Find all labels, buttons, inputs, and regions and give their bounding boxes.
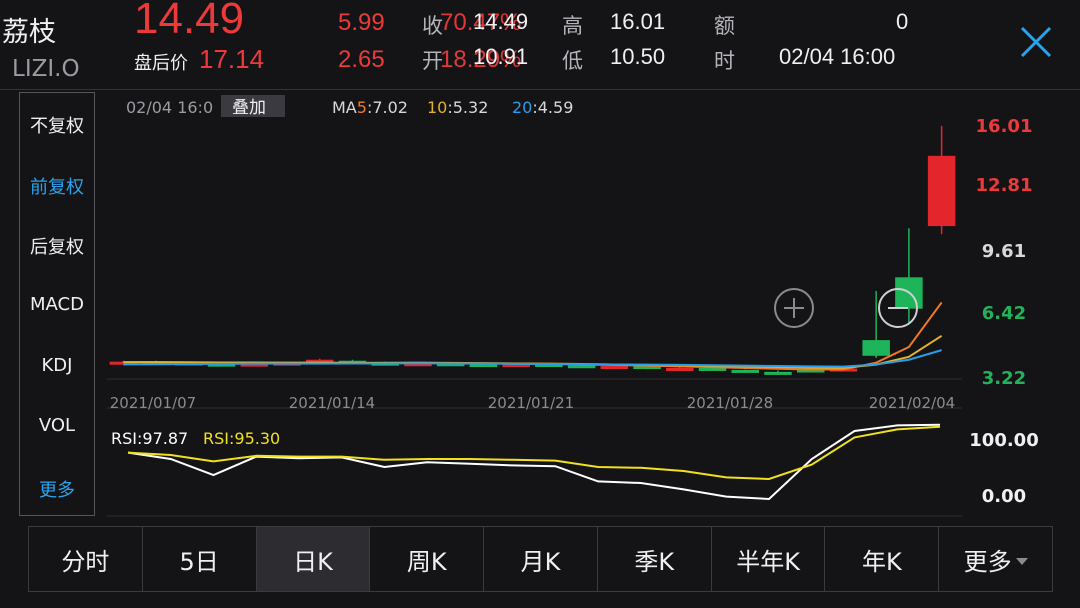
time-label: 时 [714, 49, 735, 73]
menu-item-no-adjust[interactable]: 不复权 [20, 112, 94, 138]
zoom-in-button[interactable] [774, 288, 814, 328]
price-tick-label: 16.01 [976, 116, 1033, 137]
tab-daily-k[interactable]: 日K [256, 527, 371, 591]
low-label: 低 [562, 49, 583, 73]
rsi-legend-item: RSI:97.87 [111, 429, 188, 448]
candle-body [764, 371, 792, 375]
price-tick-label: 9.61 [982, 241, 1026, 262]
date-tick-label: 2021/01/07 [110, 394, 196, 412]
menu-item-macd[interactable]: MACD [20, 294, 94, 315]
date-tick-label: 2021/02/04 [869, 394, 955, 412]
last-price: 14.49 [134, 0, 245, 43]
menu-item-forward-adjust[interactable]: 前复权 [20, 173, 94, 199]
low-value: 10.50 [610, 44, 666, 69]
ma-legend-item: 20:4.59 [512, 98, 573, 117]
tab-yearly-k[interactable]: 年K [825, 527, 940, 591]
indicator-menu: 不复权 前复权 后复权 MACD KDJ VOL 更多 [19, 92, 95, 516]
ma-line [123, 349, 942, 368]
candle-body [666, 367, 694, 371]
stock-code: LIZI.O [12, 56, 80, 82]
candle-body [862, 340, 890, 356]
kline-chart-area[interactable]: 02/04 16:0 叠加 MA5:7.02 10:5.32 20:4.59 16.… [0, 90, 1080, 520]
amount-label: 额 [714, 14, 735, 38]
after-hours-price: 17.14 [199, 44, 265, 74]
menu-item-vol[interactable]: VOL [20, 415, 94, 436]
high-label: 高 [562, 14, 583, 38]
period-tabs: 分时 5日 日K 周K 月K 季K 半年K 年K 更多 [28, 526, 1053, 592]
tab-intraday[interactable]: 分时 [29, 527, 143, 591]
after-hours-label: 盘后价 [134, 53, 188, 74]
time-value: 02/04 16:00 [779, 44, 896, 69]
price-tick-label: 3.22 [982, 368, 1026, 389]
open-value: 10.91 [473, 44, 529, 69]
price-tick-label: 6.42 [982, 303, 1026, 324]
rsi-legend: RSI:97.87 RSI:95.30 [111, 429, 280, 448]
candle-body [698, 367, 727, 371]
stock-name: 荔枝 [2, 17, 56, 48]
rsi-tick-label: 100.00 [969, 430, 1038, 451]
rsi-axis: 100.00 0.00 [969, 430, 1038, 507]
tab-more-label: 更多 [963, 547, 1012, 576]
menu-item-backward-adjust[interactable]: 后复权 [20, 233, 94, 259]
menu-item-kdj[interactable]: KDJ [20, 355, 94, 376]
close-icon [1020, 26, 1052, 58]
ma-legend-item: 10:5.32 [427, 98, 488, 117]
overlay-label: 叠加 [232, 98, 266, 118]
date-axis: 2021/01/07 2021/01/14 2021/01/21 2021/01/28… [110, 394, 955, 412]
tab-weekly-k[interactable]: 周K [370, 527, 485, 591]
chart-timestamp: 02/04 16:0 [126, 98, 213, 117]
chevron-down-icon [1015, 557, 1028, 565]
tab-more[interactable]: 更多 [939, 527, 1052, 591]
high-value: 16.01 [610, 9, 666, 34]
moving-average-lines [123, 301, 943, 371]
kline-chart[interactable]: 02/04 16:0 叠加 MA5:7.02 10:5.32 20:4.59 16.… [0, 90, 1080, 520]
close-label: 收 [422, 14, 443, 38]
amount-value: 0 [896, 9, 909, 34]
after-hours-change: 2.65 [338, 46, 385, 73]
candle-body [731, 369, 759, 373]
quote-header: 荔枝 LIZI.O 14.49 盘后价 17.14 5.99 2.65 70.4… [0, 0, 1080, 90]
ma-legend-item: MA5:7.02 [332, 98, 408, 117]
ma-line [123, 301, 943, 371]
price-tick-label: 12.81 [976, 175, 1033, 196]
date-tick-label: 2021/01/28 [687, 394, 773, 412]
rsi-tick-label: 0.00 [982, 486, 1026, 507]
candlestick-series [109, 126, 956, 375]
date-tick-label: 2021/01/21 [488, 394, 574, 412]
price-axis: 16.01 12.81 9.61 6.42 3.22 [976, 116, 1033, 389]
close-button[interactable] [1016, 22, 1056, 62]
ma-legend: MA5:7.02 10:5.32 20:4.59 [332, 98, 573, 117]
candle-body [927, 155, 956, 227]
open-label: 开 [422, 49, 443, 73]
tab-half-year-k[interactable]: 半年K [712, 527, 826, 591]
tab-monthly-k[interactable]: 月K [484, 527, 598, 591]
date-tick-label: 2021/01/14 [289, 394, 375, 412]
price-change: 5.99 [338, 9, 385, 36]
rsi-legend-item: RSI:95.30 [203, 429, 280, 448]
menu-item-more[interactable]: 更多 [20, 476, 94, 502]
tab-5day[interactable]: 5日 [143, 527, 257, 591]
tab-quarterly-k[interactable]: 季K [598, 527, 712, 591]
close-value: 14.49 [473, 9, 529, 34]
candle-body [567, 365, 596, 369]
candle-body [600, 366, 629, 370]
